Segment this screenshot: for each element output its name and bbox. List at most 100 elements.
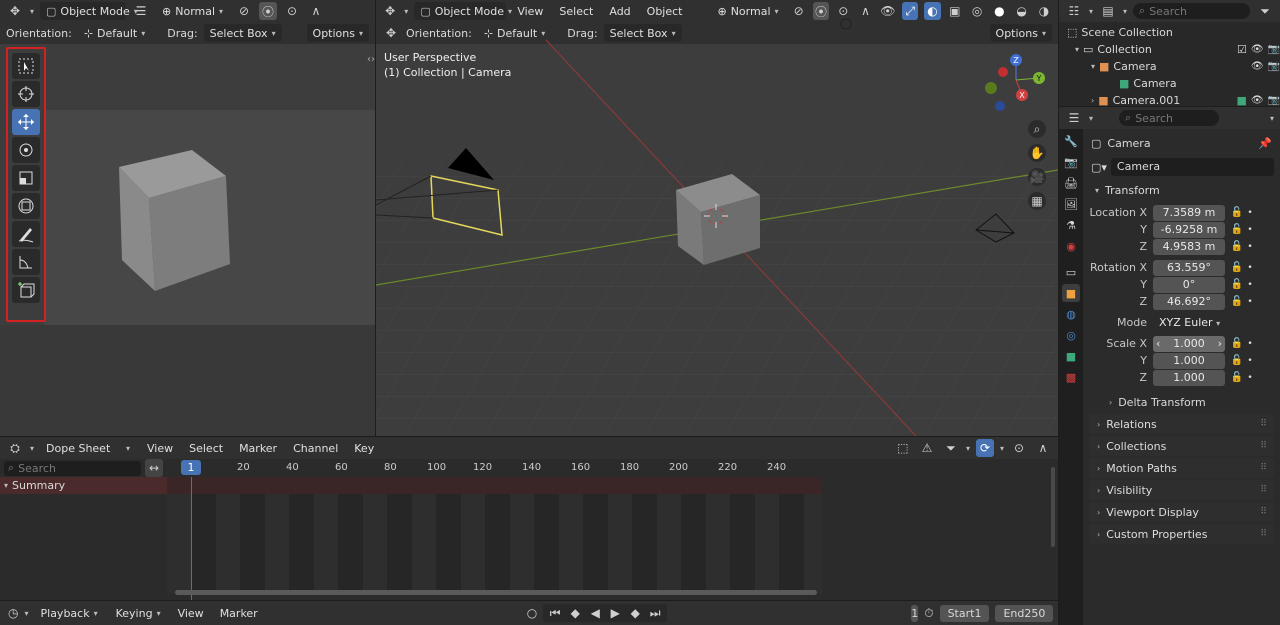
snapping-icon[interactable]: ⟳ bbox=[975, 439, 994, 457]
drag-grip-icon[interactable]: ⠿ bbox=[1260, 441, 1267, 451]
stopwatch-icon[interactable]: ⏱ bbox=[924, 604, 933, 622]
toolbar-collapse-arrow[interactable]: ‹› bbox=[367, 54, 375, 65]
scale-y-field[interactable]: 1.000 bbox=[1153, 352, 1225, 369]
keyframe-dot-icon[interactable]: • bbox=[1245, 280, 1255, 290]
object-type-dropdown[interactable]: ▢▾ bbox=[1091, 161, 1107, 174]
transform-panel-header[interactable]: ▾ Transform bbox=[1083, 180, 1280, 200]
lock-icon[interactable]: 🔓 bbox=[1229, 296, 1245, 307]
outliner-search[interactable]: ⌕ Search bbox=[1133, 3, 1250, 19]
prev-keyframe-icon[interactable]: ◆ bbox=[566, 604, 584, 622]
panel-collections[interactable]: › Collections ⠿ bbox=[1089, 436, 1274, 456]
delta-transform-subpanel[interactable]: › Delta Transform bbox=[1083, 392, 1280, 412]
lock-icon[interactable]: 🔓 bbox=[1229, 207, 1245, 218]
scale-x-field[interactable]: ‹ 1.000 › bbox=[1153, 335, 1225, 352]
eye-icon[interactable]: 👁 bbox=[1251, 95, 1264, 106]
lock-icon[interactable]: 🔓 bbox=[1229, 262, 1245, 273]
scene-collection-row[interactable]: ⬚ Scene Collection bbox=[1067, 24, 1280, 41]
properties-type-icon[interactable]: ☰ bbox=[1065, 109, 1083, 127]
rotation-z-field[interactable]: 46.692° bbox=[1153, 293, 1225, 310]
pin-icon[interactable]: 📌 bbox=[1258, 137, 1272, 150]
panel-viewport-display[interactable]: › Viewport Display ⠿ bbox=[1089, 502, 1274, 522]
orientation-dropdown[interactable]: ⊹ Default ▾ bbox=[78, 24, 151, 42]
scale-tool[interactable] bbox=[12, 165, 40, 191]
properties-search[interactable]: ⌕ Search bbox=[1119, 110, 1220, 126]
jump-end-icon[interactable]: ⏭ bbox=[646, 604, 664, 622]
navigation-gizmo[interactable]: Z Y X bbox=[976, 50, 1056, 120]
object-tab-icon[interactable]: ■ bbox=[1062, 284, 1080, 302]
outliner-type-icon[interactable]: ☷ bbox=[1065, 2, 1083, 20]
next-keyframe-icon[interactable]: ◆ bbox=[626, 604, 644, 622]
ds-menu-key[interactable]: Key bbox=[349, 442, 379, 455]
select-box-tool[interactable] bbox=[12, 53, 40, 79]
start-frame-field[interactable]: Start 1 bbox=[939, 604, 990, 622]
panel-custom-properties[interactable]: › Custom Properties ⠿ bbox=[1089, 524, 1274, 544]
dope-sheet-type-icon[interactable]: ⛭ bbox=[6, 439, 24, 457]
drag-grip-icon[interactable]: ⠿ bbox=[1260, 507, 1267, 517]
hamburger-icon[interactable]: ☰ bbox=[132, 2, 150, 20]
editor-type-icon[interactable]: ✥ bbox=[6, 2, 24, 20]
keyframe-dot-icon[interactable]: • bbox=[1245, 225, 1255, 235]
ortho-grid-icon[interactable]: ▦ bbox=[1028, 192, 1046, 210]
mode-dropdown[interactable]: ▢ Object Mode ▾ bbox=[40, 2, 138, 20]
outliner-item-camera-data[interactable]: ■ Camera bbox=[1067, 75, 1280, 92]
lock-icon[interactable]: 🔓 bbox=[1229, 372, 1245, 383]
proportional-icon[interactable]: ⊙ bbox=[1010, 439, 1028, 457]
physics-tab-icon[interactable]: ◎ bbox=[1062, 326, 1080, 344]
show-errors-icon[interactable]: ⚠ bbox=[918, 439, 936, 457]
falloff-icon[interactable]: ∧ bbox=[307, 2, 325, 20]
ds-menu-marker[interactable]: Marker bbox=[234, 442, 282, 455]
timeline-menu-marker[interactable]: Marker bbox=[215, 607, 263, 620]
pan-hand-icon[interactable]: ✋ bbox=[1028, 144, 1046, 162]
keyframe-dot-icon[interactable]: • bbox=[1245, 208, 1255, 218]
display-mode-icon[interactable]: ▤ bbox=[1099, 2, 1117, 20]
render-camera-icon[interactable]: 📷 bbox=[1268, 44, 1280, 55]
outliner-item-collection[interactable]: ▾ ▭ Collection ☑ 👁 📷 bbox=[1067, 41, 1280, 58]
play-reverse-icon[interactable]: ◀ bbox=[586, 604, 604, 622]
zoom-icon[interactable]: ⌕ bbox=[1028, 120, 1046, 138]
rotation-mode-dropdown[interactable]: XYZ Euler ▾ bbox=[1153, 314, 1225, 331]
rotation-x-field[interactable]: 63.559° bbox=[1153, 259, 1225, 276]
annotate-tool[interactable] bbox=[12, 221, 40, 247]
keyframe-dot-icon[interactable]: • bbox=[1245, 263, 1255, 273]
scale-z-field[interactable]: 1.000 bbox=[1153, 369, 1225, 386]
drag-grip-icon[interactable]: ⠿ bbox=[1260, 419, 1267, 429]
keyframe-dot-icon[interactable]: • bbox=[1245, 373, 1255, 383]
cursor-tool[interactable] bbox=[12, 81, 40, 107]
transform-orientation-dropdown[interactable]: ⊕ Normal ▾ bbox=[156, 2, 229, 20]
current-frame-field[interactable]: 1 bbox=[911, 604, 919, 622]
keying-dropdown[interactable]: Keying ▾ bbox=[110, 604, 167, 622]
ds-menu-select[interactable]: Select bbox=[184, 442, 228, 455]
location-z-field[interactable]: 4.9583 m bbox=[1153, 238, 1225, 255]
falloff-icon[interactable]: ∧ bbox=[1034, 439, 1052, 457]
ds-menu-view[interactable]: View bbox=[142, 442, 178, 455]
lock-icon[interactable]: 🔓 bbox=[1229, 241, 1245, 252]
rotate-tool[interactable] bbox=[12, 137, 40, 163]
filter-icon[interactable]: ⏷ bbox=[1256, 2, 1274, 20]
current-frame-marker[interactable]: 1 bbox=[181, 460, 201, 475]
lock-icon[interactable]: 🔓 bbox=[1229, 338, 1245, 349]
scene-tab-icon[interactable]: ⚗ bbox=[1062, 216, 1080, 234]
summary-channel[interactable]: ▾ Summary bbox=[0, 477, 167, 494]
panel-visibility[interactable]: › Visibility ⠿ bbox=[1089, 480, 1274, 500]
eye-icon[interactable]: 👁 bbox=[1251, 61, 1264, 72]
object-name-field[interactable]: Camera bbox=[1110, 158, 1274, 176]
playback-dropdown[interactable]: Playback ▾ bbox=[35, 604, 104, 622]
render-camera-icon[interactable]: 📷 bbox=[1268, 95, 1280, 106]
drag-grip-icon[interactable]: ⠿ bbox=[1260, 485, 1267, 495]
render-camera-icon[interactable]: 📷 bbox=[1268, 61, 1280, 72]
texture-tab-icon[interactable]: ▩ bbox=[1062, 368, 1080, 386]
lock-icon[interactable]: 🔓 bbox=[1229, 355, 1245, 366]
drag-grip-icon[interactable]: ⠿ bbox=[1260, 463, 1267, 473]
location-y-field[interactable]: -6.9258 m bbox=[1153, 221, 1225, 238]
end-frame-field[interactable]: End 250 bbox=[995, 604, 1054, 622]
output-tab-icon[interactable]: 🖨 bbox=[1062, 174, 1080, 192]
viewport[interactable]: ✥ ▾ ▢ Object Mode ▾ View Select Add Object … bbox=[376, 0, 1058, 436]
location-x-field[interactable]: 7.3589 m bbox=[1153, 204, 1225, 221]
keyframe-dot-icon[interactable]: • bbox=[1245, 242, 1255, 252]
options-dropdown[interactable]: Options ▾ bbox=[306, 24, 369, 42]
frame-ruler[interactable]: 20 40 60 80 100 120 140 160 180 200 220 … bbox=[167, 459, 1058, 477]
dope-sheet-mode-dropdown[interactable]: Dope Sheet ▾ bbox=[40, 439, 136, 457]
panel-relations[interactable]: › Relations ⠿ bbox=[1089, 414, 1274, 434]
drag-grip-icon[interactable]: ⠿ bbox=[1260, 529, 1267, 539]
keyframe-dot-icon[interactable]: • bbox=[1245, 339, 1255, 349]
